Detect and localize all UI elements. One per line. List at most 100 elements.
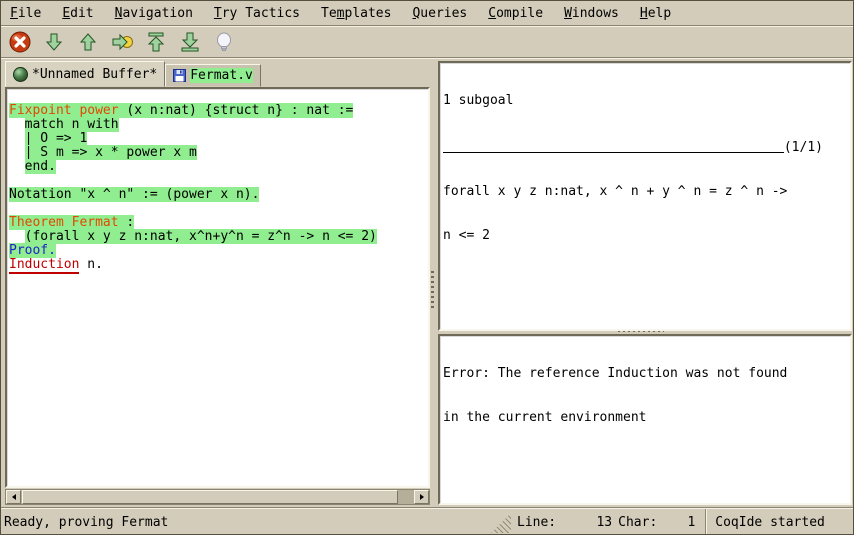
code-line: Theorem Fermat :: [9, 216, 426, 230]
go-to-cursor-icon: [110, 30, 134, 54]
menu-help[interactable]: Help: [640, 6, 671, 21]
menu-label-post: ueries: [420, 6, 467, 21]
buffer-status-sphere-icon: [13, 67, 28, 82]
stop-icon: [8, 30, 32, 54]
status-message: CoqIde started: [705, 509, 853, 535]
code-line: [9, 174, 426, 188]
menu-mnemonic: W: [564, 6, 572, 21]
error-line: in the current environment: [443, 411, 847, 425]
code-segment: [9, 117, 25, 132]
tab-fermat-v[interactable]: Fermat.v: [165, 64, 261, 87]
char-value: 1: [657, 515, 695, 530]
code-segment: Fixpoint power: [9, 103, 119, 118]
menu-label-post: plates: [345, 6, 392, 21]
lightbulb-button[interactable]: [210, 29, 237, 55]
menu-label-post: avigation: [122, 6, 192, 21]
scroll-left-button[interactable]: [6, 490, 21, 504]
menu-label-pre: Te: [321, 6, 337, 21]
menu-label-post: ompile: [496, 6, 543, 21]
restart-icon: [144, 30, 168, 54]
go-down-icon: [42, 30, 66, 54]
message-view[interactable]: Error: The reference Induction was not f…: [438, 334, 852, 505]
code-segment: [9, 145, 25, 160]
toolbar: [1, 27, 853, 58]
menu-edit[interactable]: Edit: [62, 6, 93, 21]
code-line: Proof.: [9, 244, 426, 258]
code-segment: | O => 1: [25, 131, 88, 146]
scrollbar-thumb[interactable]: [22, 490, 398, 504]
go-to-end-button[interactable]: [176, 29, 203, 55]
menu-navigation[interactable]: Navigation: [115, 6, 193, 21]
triangle-left-icon: [10, 493, 18, 501]
script-pane: *Unnamed Buffer* Fermat.v Fixpoint power…: [5, 61, 430, 505]
goal-separator: (1/1): [443, 138, 847, 155]
stop-button[interactable]: [6, 29, 33, 55]
menu-mnemonic: E: [62, 6, 70, 21]
menu-label-post: indows: [572, 6, 619, 21]
buffer-tabs: *Unnamed Buffer* Fermat.v: [5, 61, 430, 87]
tab-label: Fermat.v: [190, 68, 253, 83]
script-editor[interactable]: Fixpoint power (x n:nat) {struct n} : na…: [5, 87, 430, 488]
line-label: Line:: [517, 515, 556, 530]
code-segment: :: [119, 215, 135, 230]
subgoal-header: 1 subgoal: [443, 94, 847, 108]
pane-resize-grip[interactable]: [491, 513, 511, 533]
horizontal-scrollbar[interactable]: [5, 489, 430, 505]
menu-windows[interactable]: Windows: [564, 6, 619, 21]
goal-line: forall x y z n:nat, x ^ n + y ^ n = z ^ …: [443, 185, 847, 199]
go-up-icon: [76, 30, 100, 54]
code-line: [9, 90, 426, 104]
code-segment: n.: [79, 257, 102, 272]
error-line: Error: The reference Induction was not f…: [443, 367, 847, 381]
floppy-disk-icon: [173, 69, 186, 82]
code-line: Notation "x ^ n" := (power x n).: [9, 188, 426, 202]
menu-compile[interactable]: Compile: [488, 6, 543, 21]
go-to-cursor-button[interactable]: [108, 29, 135, 55]
menu-label-post: ile: [18, 6, 41, 21]
menu-mnemonic: F: [10, 6, 18, 21]
restart-button[interactable]: [142, 29, 169, 55]
goal-view[interactable]: 1 subgoal (1/1) forall x y z n:nat, x ^ …: [438, 61, 852, 331]
menu-mnemonic: T: [214, 6, 222, 21]
code-line: Induction n.: [9, 258, 426, 272]
code-segment: [9, 159, 25, 174]
menu-file[interactable]: File: [10, 6, 41, 21]
menu-bar: File Edit Navigation Try Tactics Templat…: [1, 1, 853, 26]
char-label: Char:: [618, 515, 657, 530]
go-up-button[interactable]: [74, 29, 101, 55]
code-segment: Theorem Fermat: [9, 215, 119, 230]
tab-label: *Unnamed Buffer*: [32, 67, 157, 82]
code-segment: [9, 229, 25, 244]
code-line: match n with: [9, 118, 426, 132]
menu-label-post: ry Tactics: [222, 6, 300, 21]
menu-label-post: dit: [70, 6, 93, 21]
status-text: Ready, proving Fermat: [1, 515, 491, 530]
tab-unnamed-buffer[interactable]: *Unnamed Buffer*: [5, 61, 165, 87]
code-segment: Notation "x ^ n" := (power x n).: [9, 187, 259, 202]
menu-try-tactics[interactable]: Try Tactics: [214, 6, 300, 21]
menu-label-post: elp: [648, 6, 671, 21]
code-line: (forall x y z n:nat, x^n+y^n = z^n -> n …: [9, 230, 426, 244]
code-segment: match n with: [25, 117, 119, 132]
scroll-right-button[interactable]: [414, 490, 429, 504]
code-segment: Proof.: [9, 243, 56, 258]
code-segment: | S m => x * power x m: [25, 145, 197, 160]
menu-templates[interactable]: Templates: [321, 6, 391, 21]
vertical-splitter-grip[interactable]: [431, 271, 434, 311]
menu-queries[interactable]: Queries: [412, 6, 467, 21]
go-down-button[interactable]: [40, 29, 67, 55]
separator-line: [443, 152, 784, 153]
code-line: end.: [9, 160, 426, 174]
lightbulb-icon: [212, 30, 236, 54]
status-bar: Ready, proving Fermat Line: 13 Char: 1 C…: [1, 508, 853, 535]
menu-mnemonic: C: [488, 6, 496, 21]
code-line: Fixpoint power (x n:nat) {struct n} : na…: [9, 104, 426, 118]
code-segment: Induction: [9, 257, 79, 274]
code-segment: [9, 131, 25, 146]
code-line: | S m => x * power x m: [9, 146, 426, 160]
menu-mnemonic: H: [640, 6, 648, 21]
code-segment: (forall x y z n:nat, x^n+y^n = z^n -> n …: [25, 229, 377, 244]
code-line: | O => 1: [9, 132, 426, 146]
code-segment: end.: [25, 159, 56, 174]
menu-mnemonic: m: [337, 6, 345, 21]
